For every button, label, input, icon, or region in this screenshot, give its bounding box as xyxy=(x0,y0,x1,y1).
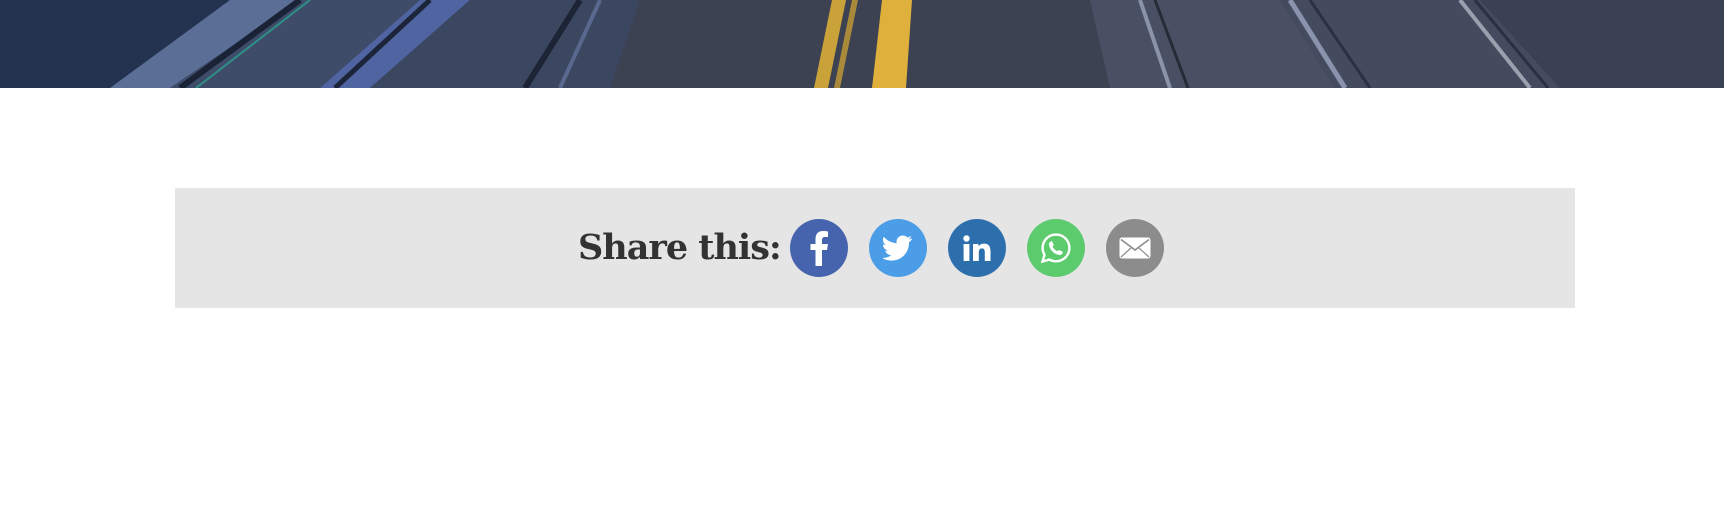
linkedin-icon xyxy=(963,235,991,261)
facebook-icon xyxy=(810,231,828,266)
linkedin-share-button[interactable] xyxy=(948,219,1006,277)
road-photo xyxy=(0,0,1724,88)
whatsapp-icon xyxy=(1040,233,1071,264)
whatsapp-share-button[interactable] xyxy=(1027,219,1085,277)
share-label: Share this: xyxy=(578,227,782,268)
twitter-icon xyxy=(883,235,912,261)
email-share-button[interactable] xyxy=(1106,219,1164,277)
email-icon xyxy=(1119,237,1151,259)
facebook-share-button[interactable] xyxy=(790,219,848,277)
twitter-share-button[interactable] xyxy=(869,219,927,277)
hero-road-image xyxy=(0,0,1724,88)
share-bar: Share this: xyxy=(175,188,1575,308)
